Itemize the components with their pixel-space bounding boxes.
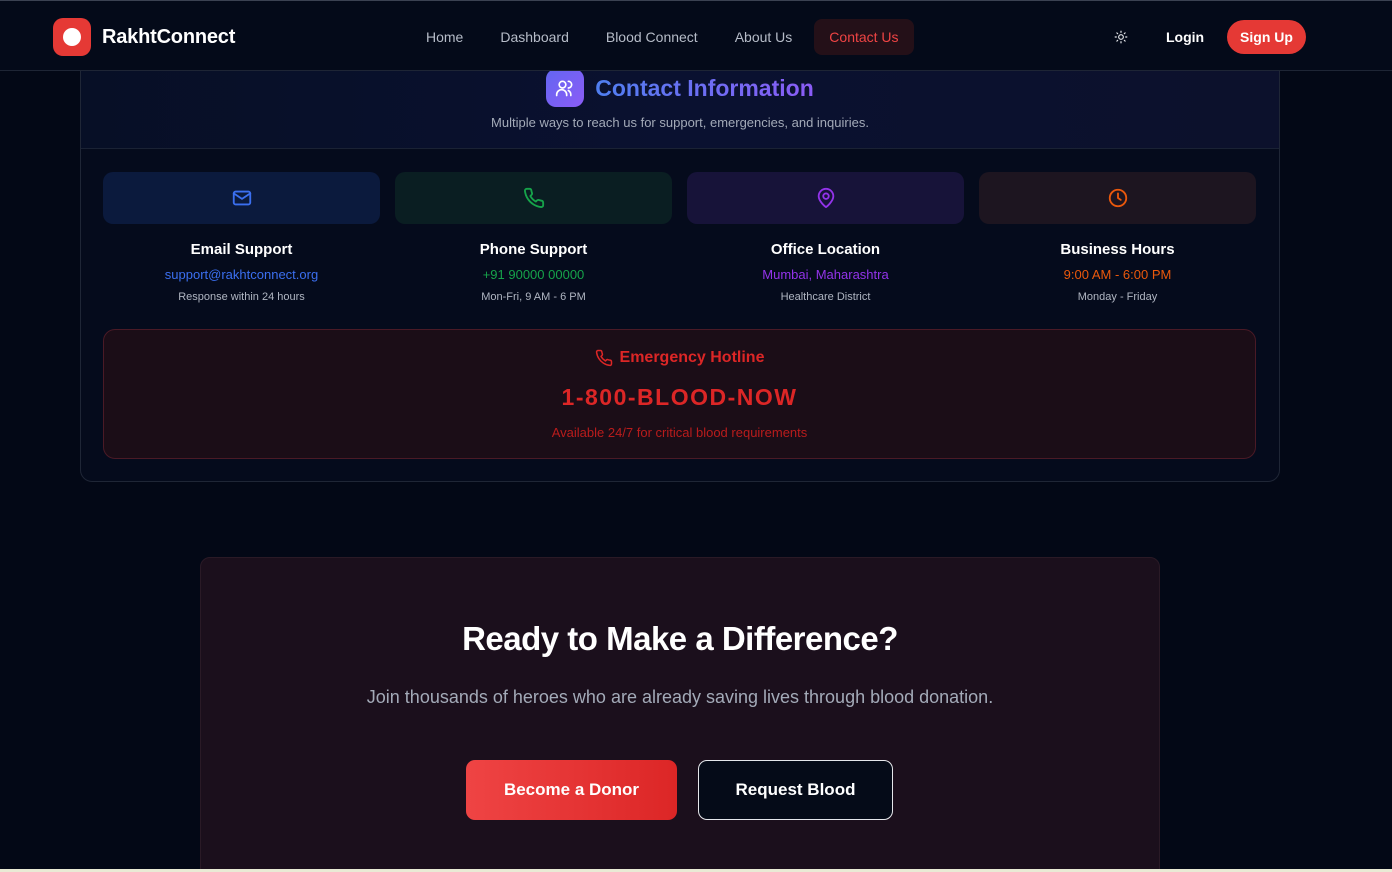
mail-icon xyxy=(232,190,251,206)
phone-icon xyxy=(523,187,544,208)
brand[interactable]: RakhtConnect xyxy=(53,18,235,56)
business-hours-item: Business Hours 9:00 AM - 6:00 PM Monday … xyxy=(979,172,1256,303)
nav-link-dashboard[interactable]: Dashboard xyxy=(485,19,584,55)
info-title: Phone Support xyxy=(479,241,588,258)
contact-subtitle: Multiple ways to reach us for support, e… xyxy=(491,115,869,130)
nav-link-about-us[interactable]: About Us xyxy=(720,19,808,55)
map-pin-icon xyxy=(817,187,834,209)
cta-title: Ready to Make a Difference? xyxy=(462,620,898,657)
contact-info-grid: Email Support support@rakhtconnect.org R… xyxy=(103,172,1256,312)
nav-link-home[interactable]: Home xyxy=(411,19,478,55)
email-link[interactable]: support@rakhtconnect.org xyxy=(103,267,380,282)
nav-link-blood-connect[interactable]: Blood Connect xyxy=(591,19,713,55)
signup-button[interactable]: Sign Up xyxy=(1227,20,1306,54)
phone-support-item: Phone Support +91 90000 00000 Mon-Fri, 9… xyxy=(395,172,672,303)
cta-text: Join thousands of heroes who are already… xyxy=(366,687,994,707)
cta-section: Ready to Make a Difference? Join thousan… xyxy=(200,557,1160,872)
hours-value: 9:00 AM - 6:00 PM xyxy=(1063,267,1172,282)
location-value: Mumbai, Maharashtra xyxy=(762,267,889,282)
info-note: Response within 24 hours xyxy=(178,291,305,303)
users-icon xyxy=(546,69,585,107)
info-note: Monday - Friday xyxy=(1077,291,1158,303)
request-blood-button[interactable]: Request Blood xyxy=(698,760,893,820)
clock-icon xyxy=(1108,188,1127,208)
info-title: Business Hours xyxy=(1060,241,1175,258)
nav-links: Home Dashboard Blood Connect About Us Co… xyxy=(411,19,921,55)
contact-title: Contact Information xyxy=(595,74,814,101)
brand-name: RakhtConnect xyxy=(102,25,236,48)
brand-logo-icon xyxy=(53,18,91,56)
top-navbar: RakhtConnect Home Dashboard Blood Connec… xyxy=(0,0,1392,71)
phone-link[interactable]: +91 90000 00000 xyxy=(395,267,672,282)
emergency-hotline-box: Emergency Hotline 1-800-BLOOD-NOW Availa… xyxy=(103,329,1256,459)
info-title: Office Location xyxy=(770,241,881,258)
nav-link-contact-us[interactable]: Contact Us xyxy=(814,19,914,55)
emergency-number[interactable]: 1-800-BLOOD-NOW xyxy=(104,384,1255,411)
email-support-item: Email Support support@rakhtconnect.org R… xyxy=(103,172,380,303)
info-title: Email Support xyxy=(190,241,293,258)
login-button[interactable]: Login xyxy=(1150,20,1220,54)
emergency-note: Available 24/7 for critical blood requir… xyxy=(551,425,808,440)
office-location-item: Office Location Mumbai, Maharashtra Heal… xyxy=(687,172,964,303)
phone-icon xyxy=(595,349,612,367)
sun-icon xyxy=(1114,30,1128,44)
theme-toggle-button[interactable] xyxy=(1108,24,1134,50)
info-note: Mon-Fri, 9 AM - 6 PM xyxy=(481,291,586,303)
contact-information-card: Contact Information Multiple ways to rea… xyxy=(80,40,1280,482)
info-note: Healthcare District xyxy=(780,291,871,303)
become-donor-button[interactable]: Become a Donor xyxy=(466,760,677,820)
emergency-title: Emergency Hotline xyxy=(619,349,765,366)
